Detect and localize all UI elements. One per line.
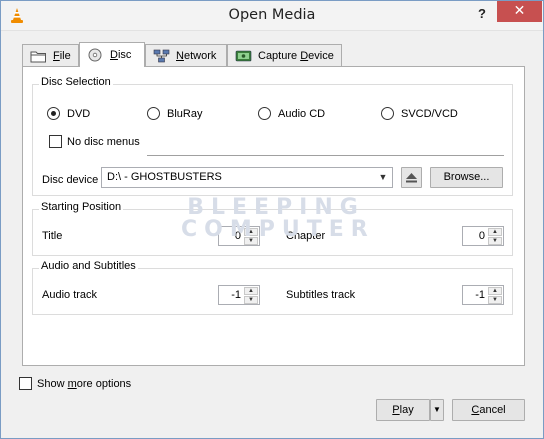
radio-svcd-indicator[interactable] [381,107,394,120]
play-button[interactable]: Play [376,399,430,421]
spin-up-icon[interactable]: ▲ [244,228,258,236]
spin-down-icon[interactable]: ▼ [244,296,258,304]
no-disc-menus-checkbox[interactable]: No disc menus [49,135,140,148]
capture-icon [235,50,252,61]
disc-device-value: D:\ - GHOSTBUSTERS [107,171,222,183]
audio-track-spinbox[interactable]: -1 ▲ ▼ [218,285,260,305]
window-title: Open Media [228,7,316,23]
chapter-label: Chapter [286,230,326,242]
disc-selection-group: Disc Selection DVD BluRay Audio CD SVCD/… [32,76,513,196]
show-more-options-label: Show more options [37,377,132,390]
network-icon [153,49,170,62]
title-bar: Open Media ? ✕ [1,1,543,31]
starting-position-group: Starting Position Title 0 ▲ ▼ Chapter 0 … [32,201,513,256]
audio-subtitles-group: Audio and Subtitles Audio track -1 ▲ ▼ S… [32,260,513,315]
browse-button[interactable]: Browse... [430,167,503,188]
tab-capture-device[interactable]: Capture Device [227,44,342,66]
open-media-dialog: Open Media ? ✕ File Disc Network Capture… [0,0,544,439]
group-title: Starting Position [39,201,124,213]
radio-audio-cd-indicator[interactable] [258,107,271,120]
checkbox-box[interactable] [19,377,32,390]
radio-bluray[interactable]: BluRay [147,107,202,120]
checkbox-box[interactable] [49,135,62,148]
group-title: Audio and Subtitles [39,260,138,272]
radio-dvd-indicator[interactable] [47,107,60,120]
radio-bluray-label: BluRay [167,107,203,120]
spin-up-icon[interactable]: ▲ [244,287,258,295]
spin-up-icon[interactable]: ▲ [488,228,502,236]
title-label: Title [42,230,63,242]
radio-svcd-vcd[interactable]: SVCD/VCD [381,107,458,120]
tab-disc-label: Disc [110,49,132,61]
folder-icon [30,51,46,62]
spin-down-icon[interactable]: ▼ [488,296,502,304]
disc-tab-panel: Disc Selection DVD BluRay Audio CD SVCD/… [22,66,525,366]
tab-network-label: Network [176,49,217,62]
radio-dvd[interactable]: DVD [47,107,90,120]
eject-icon [406,173,417,183]
subtitles-track-value: -1 [475,289,485,301]
chapter-spinbox[interactable]: 0 ▲ ▼ [462,226,504,246]
cancel-button[interactable]: Cancel [452,399,525,421]
disc-icon [88,48,102,62]
title-spinbox[interactable]: 0 ▲ ▼ [218,226,260,246]
group-title: Disc Selection [39,76,113,88]
spin-down-icon[interactable]: ▼ [488,237,502,245]
radio-dvd-label: DVD [67,107,91,120]
eject-button[interactable] [401,167,422,188]
audio-track-label: Audio track [42,289,98,301]
spin-up-icon[interactable]: ▲ [488,287,502,295]
no-disc-menus-label: No disc menus [67,135,140,148]
chevron-down-icon[interactable]: ▼ [375,168,391,187]
tab-file-label: File [53,49,71,62]
tab-capture-label: Capture Device [258,49,334,62]
radio-svcd-label: SVCD/VCD [401,107,458,120]
tab-network[interactable]: Network [145,44,227,66]
tab-disc[interactable]: Disc [79,42,145,67]
chevron-down-icon: ▼ [433,405,441,414]
subtitles-track-label: Subtitles track [286,289,356,301]
disc-device-combo[interactable]: D:\ - GHOSTBUSTERS ▼ [101,167,393,188]
separator-line [147,155,504,156]
disc-device-label: Disc device [42,174,99,186]
spin-down-icon[interactable]: ▼ [244,237,258,245]
tab-file[interactable]: File [22,44,79,66]
close-button[interactable]: ✕ [497,1,542,22]
radio-bluray-indicator[interactable] [147,107,160,120]
show-more-options-checkbox[interactable]: Show more options [19,377,131,390]
radio-audio-cd[interactable]: Audio CD [258,107,325,120]
help-button[interactable]: ? [469,3,495,25]
title-value: 0 [234,230,241,242]
audio-track-value: -1 [231,289,241,301]
subtitles-track-spinbox[interactable]: -1 ▲ ▼ [462,285,504,305]
radio-audio-cd-label: Audio CD [278,107,326,120]
play-dropdown-button[interactable]: ▼ [430,399,444,421]
chapter-value: 0 [478,230,485,242]
